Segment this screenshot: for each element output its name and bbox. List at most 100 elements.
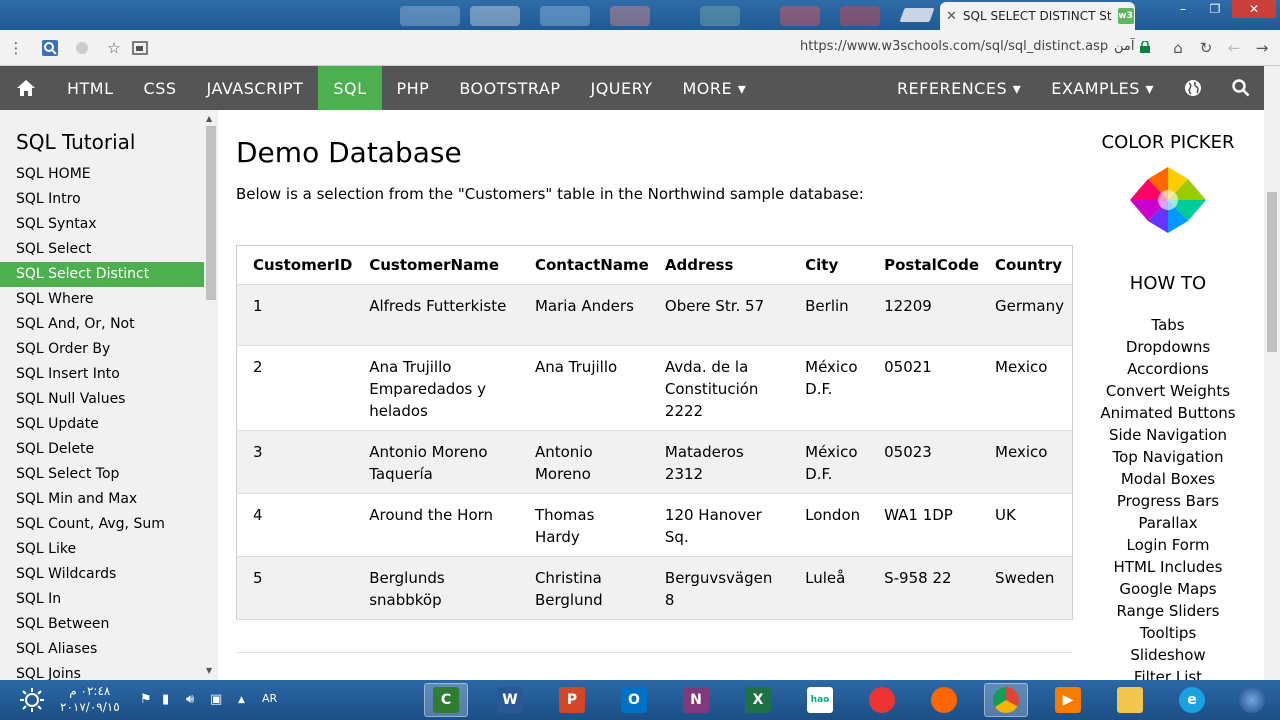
taskbar-ie[interactable]: e (1170, 683, 1214, 717)
reload-icon[interactable]: ↻ (1196, 38, 1216, 58)
taskbar-outlook[interactable]: O (612, 683, 656, 717)
back-icon[interactable]: → (1252, 38, 1272, 58)
sidebar-item-sql-select-top[interactable]: SQL Select Top (0, 462, 204, 487)
howto-link-tabs[interactable]: Tabs (1086, 314, 1250, 336)
sidebar-item-sql-delete[interactable]: SQL Delete (0, 437, 204, 462)
howto-link-html-includes[interactable]: HTML Includes (1086, 556, 1250, 578)
volume-icon[interactable]: 🔊︎ (186, 692, 194, 707)
tray-expand-icon[interactable]: ▲ (238, 695, 245, 705)
taskbar-chrome[interactable] (984, 683, 1028, 717)
taskbar-firefox[interactable] (922, 683, 966, 717)
howto-link-side-navigation[interactable]: Side Navigation (1086, 424, 1250, 446)
sidebar-item-sql-home[interactable]: SQL HOME (0, 162, 204, 187)
sidebar-scroll-thumb[interactable] (206, 126, 216, 300)
sidebar-item-sql-aliases[interactable]: SQL Aliases (0, 637, 204, 662)
language-indicator[interactable]: AR (262, 692, 277, 705)
nav-php[interactable]: PHP (382, 66, 445, 110)
nav-css[interactable]: CSS (129, 66, 192, 110)
nav-javascript[interactable]: JAVASCRIPT (192, 66, 319, 110)
nav-examples[interactable]: EXAMPLES ▾ (1036, 66, 1169, 110)
clock-date: ٢٠١٧/٠٩/١٥ (60, 700, 120, 714)
howto-link-login-form[interactable]: Login Form (1086, 534, 1250, 556)
taskbar-word[interactable]: W (488, 683, 532, 717)
extension-search-icon[interactable] (40, 38, 60, 58)
howto-link-tooltips[interactable]: Tooltips (1086, 622, 1250, 644)
flag-icon[interactable]: ⚑ (140, 692, 152, 707)
sidebar-item-sql-null-values[interactable]: SQL Null Values (0, 387, 204, 412)
sidebar-item-sql-count-avg-sum[interactable]: SQL Count, Avg, Sum (0, 512, 204, 537)
nav-bootstrap[interactable]: BOOTSTRAP (444, 66, 575, 110)
network-icon[interactable]: ▮ (162, 692, 169, 707)
home-icon[interactable]: ⌂ (1168, 38, 1188, 58)
battery-icon[interactable]: ▣ (210, 692, 222, 707)
sidebar-item-sql-and-or-not[interactable]: SQL And, Or, Not (0, 312, 204, 337)
sidebar-item-sql-where[interactable]: SQL Where (0, 287, 204, 312)
sidebar-scrollbar[interactable]: ▲ ▼ (204, 110, 218, 680)
taskbar-camtasia[interactable]: C (424, 683, 468, 717)
taskbar-hao123[interactable]: hao (798, 683, 842, 717)
forward-icon[interactable]: ← (1224, 38, 1244, 58)
taskbar-explorer[interactable] (1108, 683, 1152, 717)
howto-link-progress-bars[interactable]: Progress Bars (1086, 490, 1250, 512)
extension-icon[interactable] (72, 38, 92, 58)
sidebar-item-sql-intro[interactable]: SQL Intro (0, 187, 204, 212)
cast-icon[interactable] (130, 38, 150, 58)
howto-link-top-navigation[interactable]: Top Navigation (1086, 446, 1250, 468)
nav-sql[interactable]: SQL (318, 66, 382, 110)
menu-kebab-icon[interactable]: ⋮ (6, 38, 26, 58)
taskbar-start-orb[interactable] (1230, 683, 1274, 717)
sidebar-item-sql-min-max[interactable]: SQL Min and Max (0, 487, 204, 512)
page-scrollbar[interactable] (1264, 66, 1280, 680)
minimize-button[interactable]: – (1168, 0, 1198, 18)
howto-link-range-sliders[interactable]: Range Sliders (1086, 600, 1250, 622)
sidebar-item-sql-update[interactable]: SQL Update (0, 412, 204, 437)
page-scroll-thumb[interactable] (1267, 192, 1277, 352)
globe-icon (1185, 80, 1201, 96)
sidebar-item-sql-like[interactable]: SQL Like (0, 537, 204, 562)
new-tab-button[interactable] (899, 8, 935, 22)
sidebar-item-sql-between[interactable]: SQL Between (0, 612, 204, 637)
taskbar-excel[interactable]: X (736, 683, 780, 717)
scroll-up-icon[interactable]: ▲ (206, 114, 212, 123)
howto-link-accordions[interactable]: Accordions (1086, 358, 1250, 380)
howto-link-dropdowns[interactable]: Dropdowns (1086, 336, 1250, 358)
chrome-icon (993, 687, 1019, 713)
nav-references[interactable]: REFERENCES ▾ (882, 66, 1036, 110)
close-window-button[interactable]: ✕ (1232, 0, 1276, 18)
taskbar-browser[interactable] (860, 683, 904, 717)
color-wheel-icon[interactable] (1128, 165, 1208, 235)
howto-link-filter-list[interactable]: Filter List (1086, 666, 1250, 680)
word-icon: W (497, 687, 523, 713)
nav-globe[interactable] (1169, 66, 1217, 110)
sidebar-item-sql-wildcards[interactable]: SQL Wildcards (0, 562, 204, 587)
scroll-down-icon[interactable]: ▼ (206, 666, 212, 675)
browser-tab[interactable]: ✕ SQL SELECT DISTINCT St w3 (940, 2, 1135, 30)
table-cell: Berguvsvägen 8 (648, 556, 790, 620)
nav-more[interactable]: MORE ▾ (667, 66, 761, 110)
taskbar-onenote[interactable]: N (674, 683, 718, 717)
close-tab-icon[interactable]: ✕ (946, 9, 957, 24)
bookmark-star-icon[interactable]: ☆ (104, 38, 124, 58)
sidebar-item-sql-insert-into[interactable]: SQL Insert Into (0, 362, 204, 387)
sidebar-item-sql-in[interactable]: SQL In (0, 587, 204, 612)
start-button[interactable] (10, 683, 54, 717)
howto-link-parallax[interactable]: Parallax (1086, 512, 1250, 534)
url-text[interactable]: https://www.w3schools.com/sql/sql_distin… (800, 39, 1108, 54)
howto-link-slideshow[interactable]: Slideshow (1086, 644, 1250, 666)
nav-jquery[interactable]: JQUERY (575, 66, 667, 110)
taskbar-media[interactable]: ▶ (1046, 683, 1090, 717)
howto-link-convert-weights[interactable]: Convert Weights (1086, 380, 1250, 402)
howto-link-animated-buttons[interactable]: Animated Buttons (1086, 402, 1250, 424)
sidebar-item-sql-joins[interactable]: SQL Joins (0, 662, 204, 680)
nav-home[interactable] (0, 66, 52, 110)
howto-link-google-maps[interactable]: Google Maps (1086, 578, 1250, 600)
sidebar-item-sql-select-distinct[interactable]: SQL Select Distinct (0, 262, 204, 287)
taskbar-powerpoint[interactable]: P (550, 683, 594, 717)
system-clock[interactable]: ٠٢:٤٨ م ٢٠١٧/٠٩/١٥ (60, 683, 120, 715)
maximize-button[interactable]: ❐ (1200, 0, 1230, 18)
sidebar-item-sql-syntax[interactable]: SQL Syntax (0, 212, 204, 237)
sidebar-item-sql-select[interactable]: SQL Select (0, 237, 204, 262)
nav-html[interactable]: HTML (52, 66, 129, 110)
howto-link-modal-boxes[interactable]: Modal Boxes (1086, 468, 1250, 490)
sidebar-item-sql-order-by[interactable]: SQL Order By (0, 337, 204, 362)
